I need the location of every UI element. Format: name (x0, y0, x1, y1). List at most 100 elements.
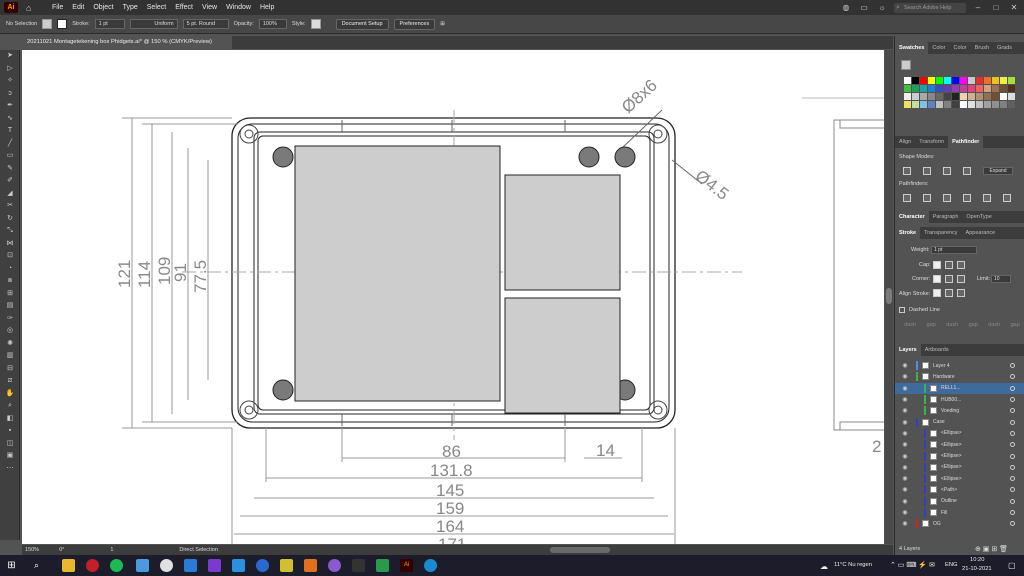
horizontal-scroll-thumb[interactable] (550, 547, 610, 553)
color-swatch[interactable] (944, 77, 951, 84)
weather-text[interactable]: 11°C Nu regen (834, 562, 872, 568)
color-swatch[interactable] (904, 77, 911, 84)
pen-tool-icon[interactable]: ✒ (0, 100, 20, 113)
color-swatch[interactable] (928, 77, 935, 84)
target-circle-icon[interactable] (1010, 374, 1015, 380)
target-circle-icon[interactable] (1010, 397, 1015, 403)
color-swatch[interactable] (936, 85, 943, 92)
scroll-thumb[interactable] (886, 288, 892, 304)
color-swatch[interactable] (920, 93, 927, 100)
illustrator-taskbar-icon[interactable]: Ai (400, 559, 413, 572)
color-swatch[interactable] (952, 77, 959, 84)
color-swatch[interactable] (984, 77, 991, 84)
color-swatch[interactable] (976, 93, 983, 100)
color-mode-icon[interactable]: ▪ (0, 425, 20, 438)
visibility-eye-icon[interactable]: ◉ (900, 453, 910, 460)
visibility-eye-icon[interactable]: ◉ (900, 419, 910, 426)
edge-icon[interactable] (424, 559, 437, 572)
opera-icon[interactable] (86, 559, 99, 572)
crop-icon[interactable] (963, 194, 971, 202)
layer-actions-icon[interactable]: ⊕ ▣ ⊞ 🗑 (975, 545, 1008, 553)
color-swatch[interactable] (1000, 77, 1007, 84)
opacity-field[interactable]: 100% (258, 19, 287, 29)
layer-row[interactable]: ◉ <Path> (895, 484, 1024, 495)
layer-row[interactable]: ◉ Hardware (895, 371, 1024, 382)
kicad-icon[interactable] (280, 559, 293, 572)
selection-tool-icon[interactable]: ➤ (0, 50, 20, 63)
weight-field[interactable]: 1 pt (931, 246, 977, 254)
layer-row[interactable]: ◉ RELL1... (895, 382, 1024, 394)
taskbar-search-icon[interactable]: ⌕ (30, 559, 43, 572)
layer-row[interactable]: ◉ <Ellipse> (895, 473, 1024, 484)
layer-row[interactable]: ◉ Outline (895, 496, 1024, 507)
windows-start-icon[interactable]: ⊞ (5, 559, 18, 572)
target-circle-icon[interactable] (1010, 464, 1015, 470)
layer-row[interactable]: ◉ <Ellipse> (895, 439, 1024, 450)
color-swatch[interactable] (952, 101, 959, 108)
align-outside-icon[interactable] (957, 289, 965, 297)
color-swatch[interactable] (920, 77, 927, 84)
menu-window[interactable]: Window (226, 4, 251, 11)
type-tool-icon[interactable]: T (0, 125, 20, 138)
miter-join-icon[interactable] (933, 275, 941, 283)
color-swatch[interactable] (984, 93, 991, 100)
stroke-weight-field[interactable]: 1 pt (94, 19, 125, 29)
layer-row[interactable]: ◉ Fill (895, 507, 1024, 518)
tab-character[interactable]: Character (895, 211, 929, 223)
visibility-eye-icon[interactable]: ◉ (900, 396, 910, 403)
chrome-icon[interactable] (160, 559, 173, 572)
close-icon[interactable]: ✕ (1008, 3, 1020, 12)
bevel-join-icon[interactable] (957, 275, 965, 283)
color-swatch[interactable] (904, 85, 911, 92)
color-swatch[interactable] (984, 85, 991, 92)
color-swatch[interactable] (944, 101, 951, 108)
expand-button[interactable]: Expand (983, 167, 1013, 175)
target-circle-icon[interactable] (1010, 510, 1015, 516)
visibility-eye-icon[interactable]: ◉ (900, 441, 910, 448)
scissors-icon[interactable]: ✂ (0, 200, 20, 213)
layer-row[interactable]: ◉ <Ellipse> (895, 428, 1024, 439)
target-circle-icon[interactable] (1010, 430, 1015, 436)
target-circle-icon[interactable] (1010, 476, 1015, 482)
notifications-icon[interactable]: ▢ (1008, 561, 1016, 570)
color-swatch[interactable] (960, 93, 967, 100)
visibility-eye-icon[interactable]: ◉ (900, 520, 910, 527)
magic-wand-icon[interactable]: ✧ (0, 75, 20, 88)
layer-row[interactable]: ◉ HUB00... (895, 394, 1024, 405)
align-inside-icon[interactable] (945, 289, 953, 297)
vscode-icon[interactable] (232, 559, 245, 572)
layer-row[interactable]: ◉ Case (895, 417, 1024, 428)
maps-icon[interactable] (256, 559, 269, 572)
color-swatch[interactable] (992, 101, 999, 108)
color-swatch[interactable] (1000, 101, 1007, 108)
color-swatch[interactable] (920, 101, 927, 108)
fill-swatch[interactable] (42, 19, 53, 29)
color-swatch[interactable] (960, 101, 967, 108)
color-swatch[interactable] (912, 101, 919, 108)
visibility-eye-icon[interactable]: ◉ (900, 475, 910, 482)
color-swatch[interactable] (904, 93, 911, 100)
menu-view[interactable]: View (202, 4, 217, 11)
github-icon[interactable] (328, 559, 341, 572)
color-swatch[interactable] (976, 77, 983, 84)
tab-appearance[interactable]: Appearance (962, 227, 1000, 239)
layer-row[interactable]: ◉ OG (895, 518, 1024, 529)
direct-selection-tool-icon[interactable]: ▷ (0, 63, 20, 76)
zoom-level[interactable]: 150% (25, 547, 39, 553)
visibility-eye-icon[interactable]: ◉ (900, 509, 910, 516)
color-swatch[interactable] (1008, 85, 1015, 92)
color-swatch[interactable] (1000, 93, 1007, 100)
width-tool-icon[interactable]: ⋈ (0, 238, 20, 251)
outlook-icon[interactable] (136, 559, 149, 572)
color-swatch[interactable] (928, 101, 935, 108)
color-swatch[interactable] (912, 93, 919, 100)
tab-stroke[interactable]: Stroke (895, 227, 921, 239)
color-swatch[interactable] (968, 77, 975, 84)
tab-brushes[interactable]: Brush (971, 42, 993, 54)
tab-pathfinder[interactable]: Pathfinder (948, 136, 984, 148)
notepad-icon[interactable] (376, 559, 389, 572)
swatch-grid[interactable] (904, 77, 1015, 108)
tab-artboards[interactable]: Artboards (921, 344, 953, 356)
target-circle-icon[interactable] (1010, 408, 1015, 414)
visibility-eye-icon[interactable]: ◉ (900, 498, 910, 505)
